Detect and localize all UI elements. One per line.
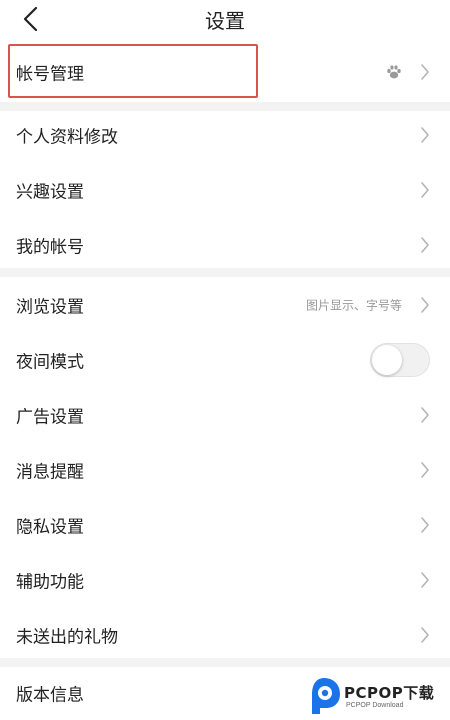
general-section: 浏览设置 图片显示、字号等 夜间模式 广告设置 消息提醒 隐私设置 辅助功能 未…: [0, 277, 450, 662]
account-management-label: 帐号管理: [16, 64, 84, 84]
chevron-right-icon: [421, 571, 429, 588]
ad-settings-item[interactable]: 广告设置: [0, 387, 450, 442]
chevron-right-icon: [421, 626, 429, 643]
section-divider: [0, 268, 450, 277]
my-account-label: 我的帐号: [16, 237, 84, 257]
profile-section: 个人资料修改 兴趣设置 我的帐号: [0, 107, 450, 272]
chevron-right-icon: [421, 296, 429, 313]
chevron-right-icon: [421, 236, 429, 253]
night-mode-toggle[interactable]: [370, 342, 430, 377]
watermark: PCPOP下载 PCPOP Download: [306, 676, 446, 716]
my-account-item[interactable]: 我的帐号: [0, 217, 450, 272]
browse-settings-hint: 图片显示、字号等: [305, 298, 402, 312]
chevron-right-icon: [421, 126, 429, 143]
chevron-right-icon: [421, 63, 429, 80]
interest-settings-label: 兴趣设置: [16, 182, 84, 202]
chevron-right-icon: [421, 461, 429, 478]
message-reminder-item[interactable]: 消息提醒: [0, 442, 450, 497]
message-reminder-label: 消息提醒: [16, 462, 84, 482]
browse-settings-item[interactable]: 浏览设置 图片显示、字号等: [0, 277, 450, 332]
page-title: 设置: [205, 9, 245, 33]
ad-settings-label: 广告设置: [16, 407, 84, 427]
watermark-sub: PCPOP Download: [346, 702, 404, 709]
night-mode-label: 夜间模式: [16, 352, 84, 372]
unsent-gifts-label: 未送出的礼物: [16, 627, 118, 647]
privacy-settings-item[interactable]: 隐私设置: [0, 497, 450, 552]
account-management-item[interactable]: 帐号管理: [0, 44, 450, 99]
profile-edit-label: 个人资料修改: [16, 127, 118, 147]
paw-icon: [387, 64, 401, 78]
profile-edit-item[interactable]: 个人资料修改: [0, 107, 450, 162]
accessibility-label: 辅助功能: [16, 572, 84, 592]
chevron-right-icon: [421, 406, 429, 423]
unsent-gifts-item[interactable]: 未送出的礼物: [0, 607, 450, 662]
night-mode-item: 夜间模式: [0, 332, 450, 387]
toggle-knob: [372, 344, 402, 375]
watermark-brand: PCPOP下载: [344, 684, 435, 702]
pcpop-logo-icon: [312, 678, 340, 714]
account-section: 帐号管理: [0, 44, 450, 99]
chevron-right-icon: [421, 181, 429, 198]
chevron-right-icon: [421, 516, 429, 533]
browse-settings-label: 浏览设置: [16, 297, 84, 317]
interest-settings-item[interactable]: 兴趣设置: [0, 162, 450, 217]
privacy-settings-label: 隐私设置: [16, 517, 84, 537]
accessibility-item[interactable]: 辅助功能: [0, 552, 450, 607]
nav-bar: 设置: [0, 0, 450, 40]
version-info-label: 版本信息: [16, 685, 84, 705]
